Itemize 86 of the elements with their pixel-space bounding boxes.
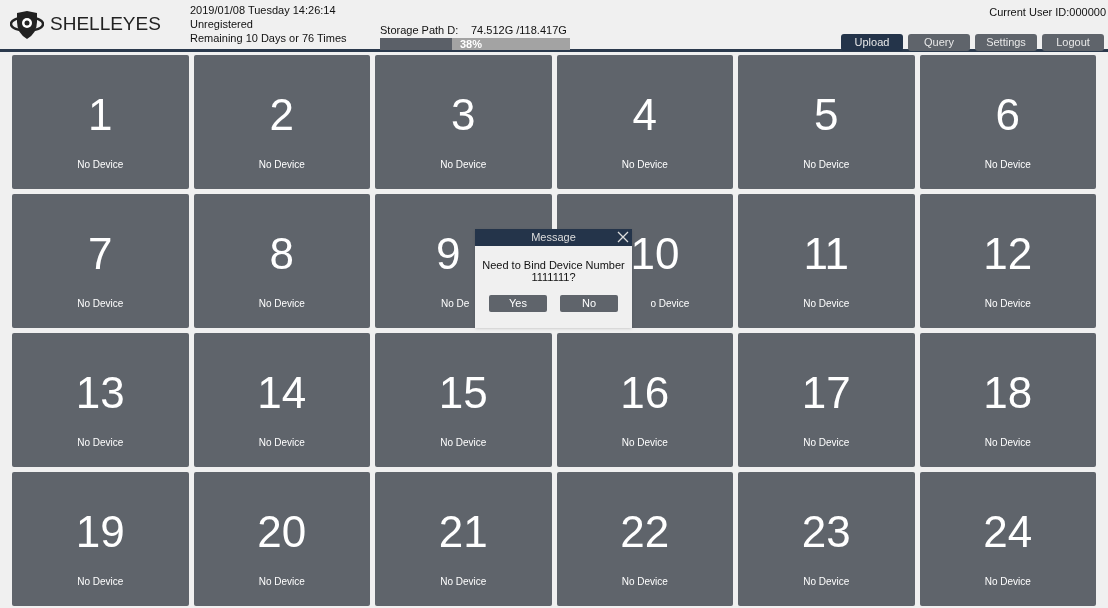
device-status: No Device (77, 158, 124, 172)
channel-number: 12 (983, 232, 1033, 276)
channel-number: 15 (438, 371, 488, 415)
channel-number: 13 (75, 371, 125, 415)
channel-tile[interactable]: 3 No Device (375, 55, 552, 189)
storage-label: Storage Path D: (380, 23, 460, 37)
device-status: No Device (77, 575, 124, 589)
channel-tile[interactable]: 20 No Device (193, 472, 370, 606)
device-status: No Device (803, 158, 850, 172)
toolbar-button[interactable]: Query (908, 34, 970, 51)
channel-number: 18 (983, 371, 1033, 415)
channel-tile[interactable]: 8 No Device (193, 194, 370, 328)
dialog-button[interactable]: No (560, 295, 618, 312)
channel-number: 1 (88, 93, 113, 137)
channel-tile[interactable]: 22 No Device (556, 472, 733, 606)
channel-tile[interactable]: 4 No Device (556, 55, 733, 189)
channel-number: 7 (88, 232, 113, 276)
toolbar-button[interactable]: Upload (841, 34, 903, 51)
channel-number: 2 (269, 93, 294, 137)
channel-tile[interactable]: 11 No Device (738, 194, 915, 328)
channel-number: 4 (632, 93, 657, 137)
channel-number: 23 (801, 510, 851, 554)
device-status: No Device (803, 297, 850, 311)
toolbar-button[interactable]: Logout (1042, 34, 1104, 51)
device-status: No Device (984, 575, 1031, 589)
channel-number: 9 (436, 232, 461, 276)
datetime-text: 2019/01/08 Tuesday 14:26:14 (190, 3, 337, 17)
channel-tile[interactable]: 12 No Device (919, 194, 1096, 328)
device-status: No Device (621, 436, 668, 450)
channel-number: 5 (814, 93, 839, 137)
device-status: No Device (440, 575, 487, 589)
channel-tile[interactable]: 21 No Device (375, 472, 552, 606)
device-status: No Device (258, 575, 305, 589)
channel-number: 10 (630, 232, 680, 276)
registration-status: Unregistered (190, 17, 254, 31)
device-status: No Device (803, 436, 850, 450)
channel-number: 14 (257, 371, 307, 415)
channel-tile[interactable]: 17 No Device (738, 333, 915, 467)
channel-tile[interactable]: 2 No Device (193, 55, 370, 189)
device-status: No Device (77, 436, 124, 450)
channel-tile[interactable]: 6 No Device (919, 55, 1096, 189)
channel-number: 20 (257, 510, 307, 554)
channel-number: 6 (995, 93, 1020, 137)
channel-number: 16 (620, 371, 670, 415)
channel-number: 3 (451, 93, 476, 137)
device-status: No Device (258, 297, 305, 311)
close-icon[interactable] (617, 231, 629, 243)
device-status: No Device (984, 158, 1031, 172)
device-status: No Device (440, 158, 487, 172)
channel-number: 21 (438, 510, 488, 554)
toolbar-button[interactable]: Settings (975, 34, 1037, 51)
channel-tile[interactable]: 5 No Device (738, 55, 915, 189)
channel-tile[interactable]: 1 No Device (12, 55, 189, 189)
device-status: No Device (803, 575, 850, 589)
device-status: No Device (258, 436, 305, 450)
dialog-button[interactable]: Yes (489, 295, 547, 312)
device-status: No Device (621, 158, 668, 172)
channel-tile[interactable]: 24 No Device (919, 472, 1096, 606)
logo-text: SHELLEYES (50, 12, 161, 37)
device-status: No Device (440, 436, 487, 450)
device-status: o Device (650, 297, 690, 311)
channel-number: 19 (75, 510, 125, 554)
channel-number: 24 (983, 510, 1033, 554)
channel-tile[interactable]: 19 No Device (12, 472, 189, 606)
channel-number: 17 (801, 371, 851, 415)
device-status: No De (441, 297, 470, 311)
channel-tile[interactable]: 13 No Device (12, 333, 189, 467)
device-status: No Device (77, 297, 124, 311)
channel-number: 22 (620, 510, 670, 554)
channel-tile[interactable]: 15 No Device (375, 333, 552, 467)
device-status: No Device (984, 297, 1031, 311)
storage-value: 74.512G /118.417G (471, 23, 567, 37)
channel-number: 8 (269, 232, 294, 276)
channel-tile[interactable]: 7 No Device (12, 194, 189, 328)
channel-number: 11 (803, 232, 850, 276)
channel-tile[interactable]: 18 No Device (919, 333, 1096, 467)
channel-tile[interactable]: 16 No Device (556, 333, 733, 467)
channel-tile[interactable]: 14 No Device (193, 333, 370, 467)
shield-eye-logo-icon (10, 9, 44, 40)
current-user-id: Current User ID:000000 (989, 5, 1106, 19)
remaining-text: Remaining 10 Days or 76 Times (190, 31, 348, 45)
channel-tile[interactable]: 23 No Device (738, 472, 915, 606)
device-status: No Device (984, 436, 1031, 450)
device-status: No Device (258, 158, 305, 172)
storage-percent: 38% (460, 38, 483, 50)
device-status: No Device (621, 575, 668, 589)
